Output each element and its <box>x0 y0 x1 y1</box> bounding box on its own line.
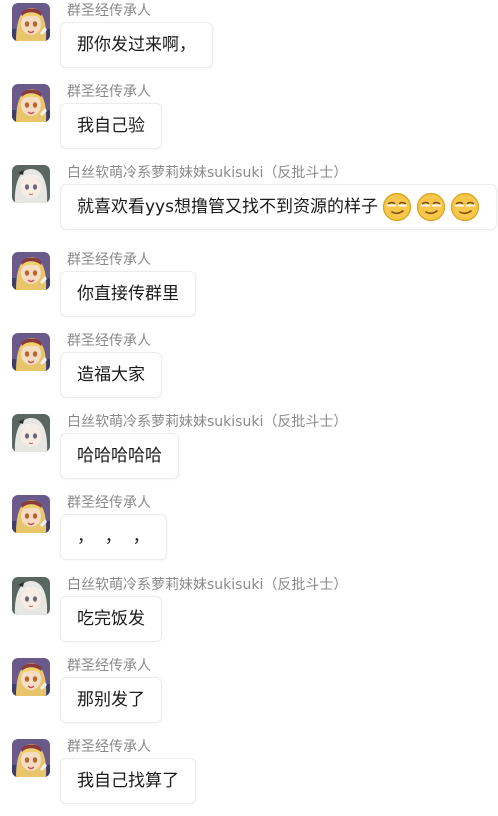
message-bubble[interactable]: 我自己找算了 <box>60 758 196 804</box>
chat-message: 群圣经传承人 ， ， ， <box>0 492 498 572</box>
message-text: 我自己验 <box>77 116 145 136</box>
avatar-blonde-girl-icon <box>12 495 50 533</box>
chat-message-list: 群圣经传承人 那你发过来啊， 群圣经传承人 我自己验 白丝软萌冷系萝莉妹妹suk… <box>0 0 498 804</box>
chat-message: 群圣经传承人 那你发过来啊， <box>0 0 498 80</box>
sender-name: 群圣经传承人 <box>67 3 151 19</box>
message-text: 造福大家 <box>77 365 145 385</box>
message-text: 你直接传群里 <box>77 284 179 304</box>
avatar-blonde-girl-icon <box>12 739 50 777</box>
message-bubble[interactable]: 吃完饭发 <box>60 596 162 642</box>
sender-name: 群圣经传承人 <box>67 495 151 511</box>
message-text: 我自己找算了 <box>77 771 179 791</box>
message-bubble[interactable]: 你直接传群里 <box>60 271 196 317</box>
message-text: 那你发过来啊， <box>77 35 196 55</box>
message-text: ， ， ， <box>77 527 150 547</box>
message-bubble[interactable]: 就喜欢看yys想撸管又找不到资源的样子 <box>60 184 497 230</box>
chat-message: 群圣经传承人 造福大家 <box>0 330 498 410</box>
message-bubble[interactable]: 那别发了 <box>60 677 162 723</box>
sender-name: 白丝软萌冷系萝莉妹妹sukisuki（反批斗士） <box>67 165 348 181</box>
chat-message: 白丝软萌冷系萝莉妹妹sukisuki（反批斗士） 就喜欢看yys想撸管又找不到资… <box>0 162 498 242</box>
message-bubble[interactable]: 那你发过来啊， <box>60 22 213 68</box>
avatar-white-hair-girl-icon <box>12 577 50 615</box>
avatar-white-hair-girl[interactable] <box>12 577 50 615</box>
sender-name: 白丝软萌冷系萝莉妹妹sukisuki（反批斗士） <box>67 414 348 430</box>
message-text: 那别发了 <box>77 690 145 710</box>
avatar-blonde-girl-icon <box>12 3 50 41</box>
chat-message: 群圣经传承人 你直接传群里 <box>0 249 498 329</box>
avatar-blonde-girl[interactable] <box>12 84 50 122</box>
avatar-blonde-girl-icon <box>12 252 50 290</box>
message-bubble[interactable]: 哈哈哈哈哈 <box>60 433 179 479</box>
chat-message: 白丝软萌冷系萝莉妹妹sukisuki（反批斗士） 吃完饭发 <box>0 574 498 654</box>
sender-name: 群圣经传承人 <box>67 658 151 674</box>
avatar-white-hair-girl-icon <box>12 414 50 452</box>
avatar-blonde-girl[interactable] <box>12 333 50 371</box>
smirk-face-icon <box>450 192 480 222</box>
avatar-blonde-girl-icon <box>12 658 50 696</box>
message-bubble[interactable]: ， ， ， <box>60 514 167 560</box>
sender-name: 群圣经传承人 <box>67 252 151 268</box>
sender-name: 白丝软萌冷系萝莉妹妹sukisuki（反批斗士） <box>67 577 348 593</box>
avatar-blonde-girl-icon <box>12 333 50 371</box>
chat-message: 群圣经传承人 那别发了 <box>0 655 498 735</box>
message-text: 哈哈哈哈哈 <box>77 446 162 466</box>
avatar-blonde-girl[interactable] <box>12 739 50 777</box>
sender-name: 群圣经传承人 <box>67 333 151 349</box>
avatar-blonde-girl[interactable] <box>12 3 50 41</box>
avatar-white-hair-girl[interactable] <box>12 414 50 452</box>
avatar-white-hair-girl-icon <box>12 165 50 203</box>
chat-message: 群圣经传承人 我自己验 <box>0 81 498 161</box>
message-text: 就喜欢看yys想撸管又找不到资源的样子 <box>77 197 378 217</box>
avatar-blonde-girl[interactable] <box>12 658 50 696</box>
avatar-blonde-girl-icon <box>12 84 50 122</box>
chat-message: 白丝软萌冷系萝莉妹妹sukisuki（反批斗士） 哈哈哈哈哈 <box>0 411 498 491</box>
sender-name: 群圣经传承人 <box>67 739 151 755</box>
sender-name: 群圣经传承人 <box>67 84 151 100</box>
smirk-face-icon <box>416 192 446 222</box>
avatar-white-hair-girl[interactable] <box>12 165 50 203</box>
message-bubble[interactable]: 我自己验 <box>60 103 162 149</box>
avatar-blonde-girl[interactable] <box>12 252 50 290</box>
message-bubble[interactable]: 造福大家 <box>60 352 162 398</box>
smirk-face-icon <box>382 192 412 222</box>
avatar-blonde-girl[interactable] <box>12 495 50 533</box>
chat-message: 群圣经传承人 我自己找算了 <box>0 736 498 816</box>
message-text: 吃完饭发 <box>77 609 145 629</box>
